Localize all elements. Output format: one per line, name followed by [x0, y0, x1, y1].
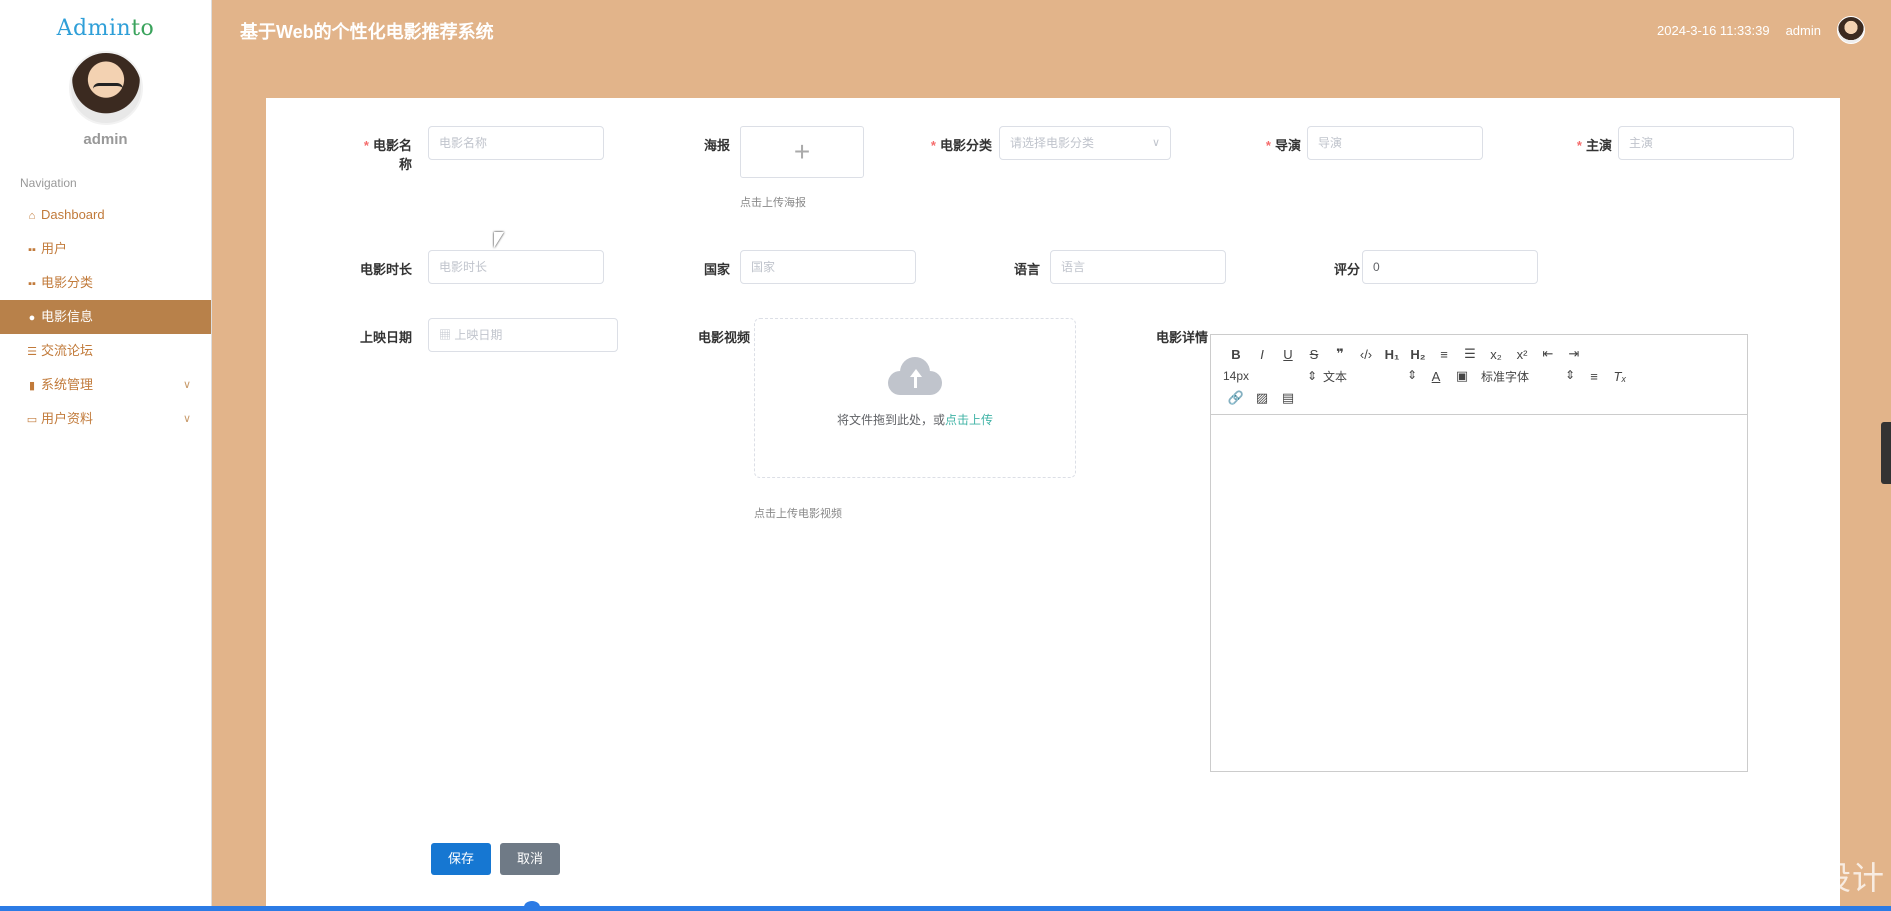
sidebar-user-name: admin [83, 131, 128, 148]
watermark: CSDN @便捷程序设计 [1547, 859, 1885, 897]
chevron-down-icon: ∨ [182, 379, 191, 391]
movie-name-input[interactable]: 电影名称 [428, 126, 604, 160]
nav-section-title: Navigation [20, 176, 77, 190]
page-scroll-handle[interactable] [1881, 422, 1891, 484]
font-color-button[interactable]: A [1423, 369, 1449, 384]
actors-label: * 主演 [1576, 138, 1612, 153]
duration-label: 电影时长 [359, 262, 412, 277]
font-family-select[interactable]: 标准字体 ⇕ [1481, 368, 1581, 385]
poster-label: 海报 [703, 138, 730, 153]
actors-input[interactable]: 主演 [1618, 126, 1794, 160]
sidebar-item-dashboard[interactable]: ⌂ Dashboard [0, 198, 211, 232]
clear-format-button[interactable]: Tₓ [1607, 369, 1633, 384]
director-label: * 导演 [1265, 138, 1301, 153]
strike-button[interactable]: S [1301, 347, 1327, 362]
indent-button[interactable]: ⇥ [1561, 346, 1587, 362]
underline-button[interactable]: U [1275, 347, 1301, 362]
bold-button[interactable]: B [1223, 347, 1249, 362]
updown-icon: ⇕ [1306, 369, 1317, 383]
header-datetime: 2024-3-16 11:33:39 [1657, 22, 1770, 38]
calendar-icon: ▦ [439, 328, 455, 342]
ordered-list-button[interactable]: ≡ [1431, 347, 1457, 362]
avatar[interactable] [1837, 16, 1865, 44]
video-icon[interactable]: ▤ [1275, 390, 1301, 406]
outdent-button[interactable]: ⇤ [1535, 346, 1561, 362]
duration-input[interactable]: 电影时长 [428, 250, 604, 284]
updown-icon: ⇕ [1564, 367, 1575, 382]
category-select[interactable]: 请选择电影分类 ∨ [999, 126, 1171, 160]
mouse-cursor [494, 232, 504, 248]
click-upload-link[interactable]: 点击上传 [945, 413, 993, 427]
director-input[interactable]: 导演 [1307, 126, 1483, 160]
app-logo[interactable]: Adminto [0, 16, 211, 41]
block-type-select[interactable]: 文本 ⇕ [1323, 368, 1423, 385]
bullet-list-button[interactable]: ☰ [1457, 346, 1483, 362]
user-avatar [68, 51, 143, 125]
poster-upload-button[interactable]: + [740, 126, 864, 178]
release-date-picker[interactable]: ▦ 上映日期 [428, 318, 618, 352]
sidebar-item-movie-info[interactable]: ● 电影信息 [0, 300, 211, 334]
movie-name-label: * 电影名称 [363, 138, 412, 172]
subscript-button[interactable]: x₂ [1483, 347, 1509, 362]
heading2-button[interactable]: H₂ [1405, 347, 1431, 362]
cloud-upload-icon [888, 357, 942, 395]
home-icon: ⌂ [28, 210, 36, 222]
rating-label: 评分 [1333, 262, 1360, 277]
chevron-down-icon: ∨ [1151, 137, 1160, 149]
align-button[interactable]: ≡ [1581, 369, 1607, 384]
header-user-area: 2024-3-16 11:33:39 admin [1657, 16, 1865, 44]
rating-input[interactable]: 0 [1362, 250, 1538, 284]
save-button[interactable]: 保存 [431, 843, 491, 875]
sidebar-item-user-profile[interactable]: ▭ 用户资料 ∨ [0, 402, 211, 436]
sidebar-item-users[interactable]: ▪▪ 用户 [0, 232, 211, 266]
language-input[interactable]: 语言 [1050, 250, 1226, 284]
category-label: * 电影分类 [930, 138, 992, 153]
superscript-button[interactable]: x² [1509, 347, 1535, 362]
grid-icon: ▪▪ [28, 278, 36, 290]
image-icon[interactable]: ▨ [1249, 390, 1275, 406]
video-upload-dropzone[interactable]: 将文件拖到此处，或点击上传 [754, 318, 1076, 478]
rich-text-editor: B I U S ❞ ‹/› H₁ H₂ ≡ ☰ x₂ x² ⇤ ⇥ 14px ⇕ … [1210, 334, 1748, 772]
cancel-button[interactable]: 取消 [500, 843, 560, 875]
chevron-down-icon: ∨ [182, 413, 191, 425]
release-date-label: 上映日期 [359, 330, 412, 345]
user-icon: ● [28, 312, 36, 324]
updown-icon: ⇕ [1406, 367, 1417, 382]
progress-knob[interactable] [524, 901, 540, 911]
sidebar-item-movie-category[interactable]: ▪▪ 电影分类 [0, 266, 211, 300]
sidebar-item-forum[interactable]: ☰ 交流论坛 [0, 334, 211, 368]
plus-icon: + [793, 136, 811, 167]
link-icon[interactable]: 🔗 [1223, 390, 1249, 406]
poster-hint: 点击上传海报 [740, 197, 806, 209]
sidebar: Adminto admin Navigation ⌂ Dashboard ▪▪ 用户… [0, 0, 212, 911]
country-label: 国家 [703, 262, 730, 277]
details-label: 电影详情 [1155, 330, 1208, 345]
heading1-button[interactable]: H₁ [1379, 347, 1405, 362]
chart-icon: ▮ [28, 380, 36, 392]
background-color-button[interactable]: ▣ [1449, 368, 1475, 384]
editor-content-area[interactable] [1211, 415, 1747, 771]
video-hint: 点击上传电影视频 [754, 508, 842, 520]
page-title: 基于Web的个性化电影推荐系统 [240, 22, 494, 42]
movie-form-panel: * 电影名称 电影名称 海报 + 点击上传海报 * 电影分类 请选择电影分类 ∨ * 导… [266, 98, 1840, 911]
bottom-progress-bar [0, 906, 1891, 911]
code-block-button[interactable]: ‹/› [1353, 347, 1379, 362]
header-username[interactable]: admin [1786, 23, 1821, 38]
card-icon: ▭ [26, 414, 38, 426]
list-icon: ☰ [27, 346, 37, 358]
font-size-select[interactable]: 14px ⇕ [1223, 369, 1323, 383]
italic-button[interactable]: I [1249, 347, 1275, 362]
video-label: 电影视频 [697, 330, 750, 345]
language-label: 语言 [1013, 262, 1040, 277]
sidebar-item-system[interactable]: ▮ 系统管理 ∨ [0, 368, 211, 402]
blockquote-button[interactable]: ❞ [1327, 346, 1353, 362]
editor-toolbar: B I U S ❞ ‹/› H₁ H₂ ≡ ☰ x₂ x² ⇤ ⇥ 14px ⇕ … [1211, 335, 1747, 415]
grid-icon: ▪▪ [28, 244, 36, 256]
country-input[interactable]: 国家 [740, 250, 916, 284]
